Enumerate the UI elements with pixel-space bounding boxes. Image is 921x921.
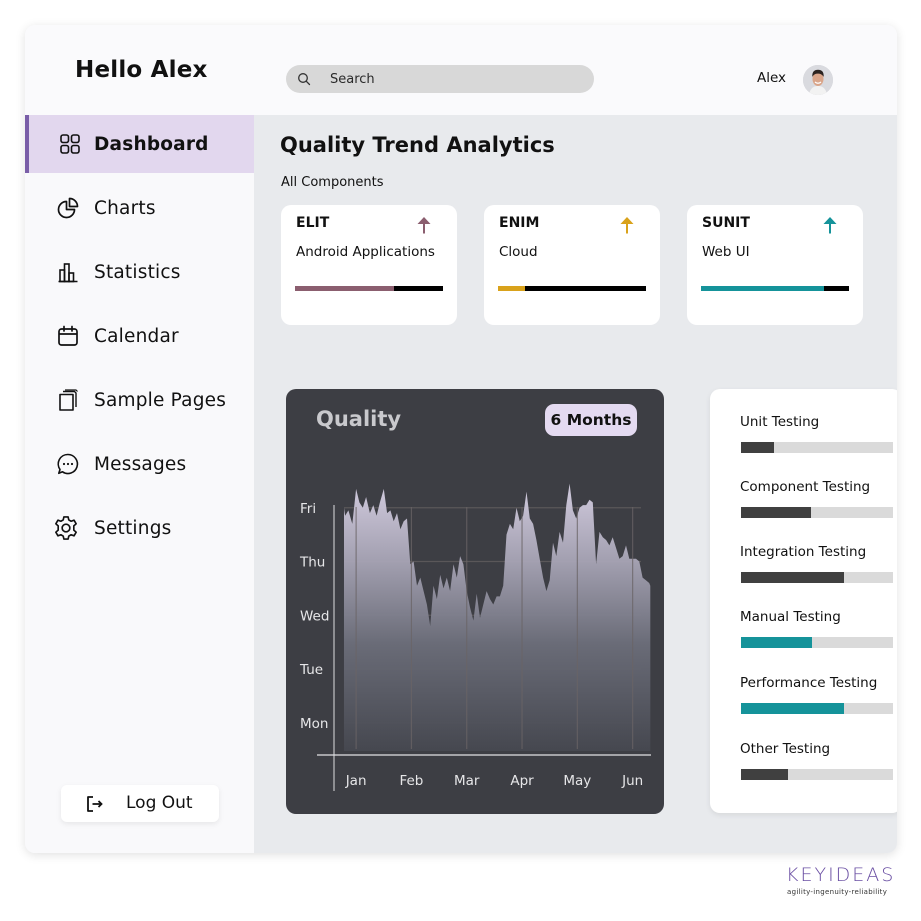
trend-up-arrow-icon (620, 217, 634, 234)
component-progress-bar (701, 286, 849, 291)
component-code: ELIT (296, 215, 330, 231)
sidebar-item-calendar[interactable]: Calendar (25, 307, 254, 365)
greeting-title: Hello Alex (75, 57, 208, 83)
x-tick-label: Mar (454, 773, 480, 789)
y-tick-label: Thu (299, 555, 325, 571)
testing-label: Unit Testing (740, 414, 820, 430)
calendar-icon (58, 325, 78, 346)
quality-area-series (343, 483, 651, 751)
testing-progress-track (741, 572, 893, 583)
testing-progress-track (741, 507, 893, 518)
section-subtitle: All Components (281, 175, 384, 190)
component-progress-fill (295, 286, 395, 291)
sidebar-item-statistics[interactable]: Statistics (25, 243, 254, 301)
y-tick-label: Mon (300, 716, 328, 732)
component-code: SUNIT (702, 215, 750, 231)
logout-icon (87, 796, 103, 812)
testing-progress-fill (741, 637, 813, 648)
bar-chart-icon (58, 263, 78, 283)
sidebar-item-settings[interactable]: Settings (25, 499, 254, 557)
testing-label: Integration Testing (740, 544, 867, 560)
component-progress-fill (701, 286, 824, 291)
testing-label: Component Testing (740, 479, 871, 495)
brand-name: KEYIDEAS (786, 864, 896, 886)
sidebar-item-charts[interactable]: Charts (25, 179, 254, 237)
component-name: Android Applications (296, 244, 435, 260)
page-title: Quality Trend Analytics (280, 133, 555, 157)
pie-chart-icon (57, 197, 79, 219)
component-name: Cloud (499, 244, 538, 260)
testing-label: Performance Testing (740, 675, 878, 691)
pages-icon (59, 389, 78, 411)
component-card-sunit[interactable]: SUNIT Web UI (687, 205, 863, 325)
testing-progress-fill (741, 703, 845, 714)
logout-button[interactable]: Log Out (61, 785, 219, 822)
sidebar-item-label: Messages (94, 453, 187, 475)
sidebar-item-dashboard[interactable]: Dashboard (25, 115, 254, 173)
y-tick-label: Fri (300, 501, 316, 517)
x-tick-label: Jun (621, 773, 643, 789)
testing-progress-track (741, 442, 893, 453)
dashboard-grid-icon (60, 134, 80, 154)
brand-logo: KEYIDEAS agility-ingenuity-reliability (786, 864, 901, 900)
testing-progress-fill (741, 769, 789, 780)
x-tick-label: Jan (345, 773, 367, 789)
testing-progress-fill (741, 507, 811, 518)
sidebar-item-label: Settings (94, 517, 172, 539)
testing-item-performance: Performance Testing (740, 675, 897, 725)
sidebar-item-label: Dashboard (94, 133, 209, 155)
sidebar-item-label: Charts (94, 197, 156, 219)
y-tick-label: Wed (300, 608, 329, 624)
testing-item-unit: Unit Testing (740, 414, 897, 464)
sidebar-item-label: Statistics (94, 261, 181, 283)
testing-progress-track (741, 769, 893, 780)
testing-item-manual: Manual Testing (740, 609, 897, 659)
gear-icon (55, 516, 77, 540)
user-name: Alex (757, 70, 787, 86)
search-bar[interactable] (286, 65, 594, 93)
x-tick-label: Apr (510, 773, 534, 789)
avatar-photo-icon (803, 65, 833, 95)
testing-item-component: Component Testing (740, 479, 897, 529)
top-bar: Hello Alex Alex (25, 25, 897, 115)
component-card-elit[interactable]: ELIT Android Applications (281, 205, 457, 325)
brand-tagline: agility-ingenuity-reliability (787, 888, 888, 896)
testing-item-other: Other Testing (740, 741, 897, 791)
sidebar-item-messages[interactable]: Messages (25, 435, 254, 493)
chat-bubble-icon (57, 453, 79, 475)
quality-area-chart: Mon Tue Wed Thu Fri Jan Feb Mar Apr May Jun (299, 483, 651, 791)
testing-label: Manual Testing (740, 609, 841, 625)
testing-progress-track (741, 703, 893, 714)
app-window: Hello Alex Alex (25, 25, 897, 853)
sidebar-item-label: Sample Pages (94, 389, 227, 411)
search-icon (298, 73, 311, 86)
trend-up-arrow-icon (823, 217, 837, 234)
testing-item-integration: Integration Testing (740, 544, 897, 594)
testing-label: Other Testing (740, 741, 831, 757)
sidebar-item-sample-pages[interactable]: Sample Pages (25, 371, 254, 429)
sidebar: Dashboard Charts Statistics Calendar Sam… (25, 115, 254, 853)
testing-progress-card: Unit Testing Component Testing Integrati… (710, 389, 897, 813)
x-tick-label: May (563, 773, 591, 789)
sidebar-item-label: Calendar (94, 325, 179, 347)
component-progress-fill (498, 286, 525, 291)
component-name: Web UI (702, 244, 750, 260)
quality-chart-card: Mon Tue Wed Thu Fri Jan Feb Mar Apr May Jun Quali… (286, 389, 664, 814)
testing-progress-fill (741, 442, 775, 453)
component-progress-bar (498, 286, 646, 291)
main-content: Quality Trend Analytics All Components E… (254, 115, 897, 853)
chart-title: Quality (316, 407, 402, 431)
component-code: ENIM (499, 215, 540, 231)
testing-progress-track (741, 637, 893, 648)
trend-up-arrow-icon (417, 217, 431, 234)
user-avatar[interactable] (803, 65, 833, 95)
component-progress-bar (295, 286, 443, 291)
time-range-button[interactable]: 6 Months (545, 404, 637, 436)
x-tick-label: Feb (399, 773, 423, 789)
logout-label: Log Out (126, 793, 193, 813)
y-tick-label: Tue (299, 662, 323, 678)
component-card-enim[interactable]: ENIM Cloud (484, 205, 660, 325)
testing-progress-fill (741, 572, 845, 583)
search-input[interactable] (330, 65, 580, 93)
